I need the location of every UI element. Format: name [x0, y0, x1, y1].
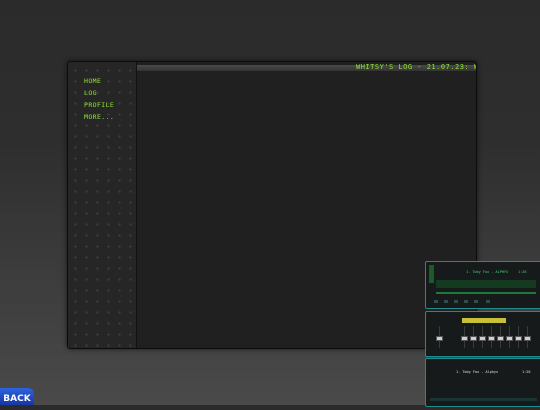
sidebar: HOME LOG PROFILE MORE... — [68, 62, 137, 348]
nav-menu: HOME LOG PROFILE MORE... — [84, 75, 114, 123]
player-time: 1:26 — [518, 270, 527, 274]
eq-band-slider[interactable] — [497, 336, 504, 341]
next-button[interactable] — [474, 300, 478, 303]
playlist-item-time: 1:26 — [522, 370, 531, 374]
eq-preset-display — [462, 318, 506, 323]
seek-bar[interactable] — [436, 292, 536, 294]
nav-item-more[interactable]: MORE... — [84, 111, 114, 123]
stop-button[interactable] — [464, 300, 468, 303]
app-window: HOME LOG PROFILE MORE... WHITSY'S LOG - … — [67, 61, 477, 349]
marquee-text: WHITSY'S LOG - 21.07.23: W — [356, 63, 476, 71]
eq-band-slider[interactable] — [515, 336, 522, 341]
playlist-item[interactable]: 1. Toby Fox - Alphys — [456, 370, 498, 374]
player-track-title: 1. Toby Fox - ALPHYS — [466, 270, 509, 274]
eq-band-slider[interactable] — [479, 336, 486, 341]
eq-preamp-slider[interactable] — [436, 336, 443, 341]
eq-band-slider[interactable] — [506, 336, 513, 341]
nav-item-log[interactable]: LOG — [84, 87, 114, 99]
nav-item-profile[interactable]: PROFILE — [84, 99, 114, 111]
playlist-widget: 1. Toby Fox - Alphys 1:26 — [425, 358, 540, 407]
eq-band-slider[interactable] — [461, 336, 468, 341]
player-visualizer — [436, 280, 536, 288]
eq-band-slider[interactable] — [470, 336, 477, 341]
eq-band-slider[interactable] — [488, 336, 495, 341]
play-button[interactable] — [444, 300, 448, 303]
equalizer-widget — [425, 311, 540, 357]
pause-button[interactable] — [454, 300, 458, 303]
playlist-controls[interactable] — [430, 398, 537, 401]
eq-band-slider[interactable] — [524, 336, 531, 341]
back-button[interactable]: BACK — [0, 388, 34, 405]
prev-button[interactable] — [434, 300, 438, 303]
eject-button[interactable] — [486, 300, 490, 303]
player-vu-meter — [429, 265, 434, 283]
nav-item-home[interactable]: HOME — [84, 75, 114, 87]
music-player-widget: 1. Toby Fox - ALPHYS 1:26 — [425, 261, 540, 309]
